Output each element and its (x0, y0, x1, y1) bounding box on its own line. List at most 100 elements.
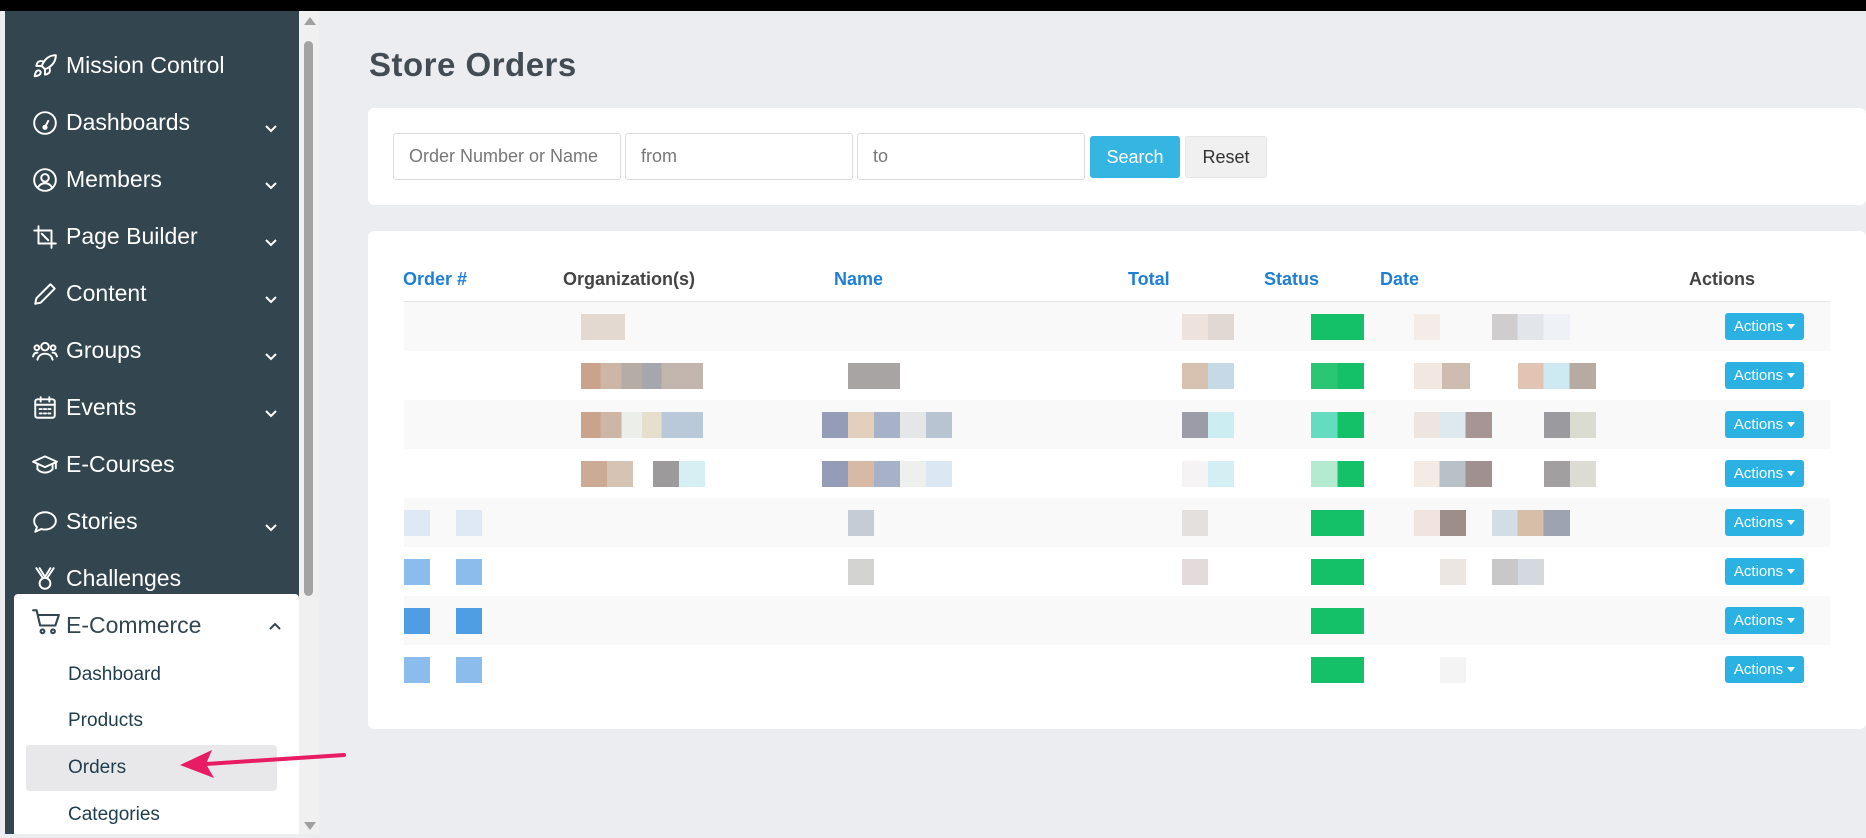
redacted-cell (404, 608, 430, 634)
page-title: Store Orders (369, 46, 577, 83)
caret-down-icon (1787, 618, 1796, 623)
row-actions-button[interactable]: Actions (1725, 313, 1804, 340)
redacted-cell (653, 461, 705, 487)
scroll-up-arrow-icon[interactable] (304, 17, 316, 25)
chevron-down-icon (263, 172, 279, 190)
table-row: Actions (404, 547, 1830, 596)
status-badge (1311, 559, 1364, 585)
sidebar-item-label: Stories (66, 508, 138, 534)
column-header-actions: Actions (1689, 269, 1756, 289)
actions-label: Actions (1733, 563, 1784, 580)
window-top-bar (0, 0, 1866, 11)
search-button[interactable]: Search (1090, 136, 1180, 178)
sidebar-item-groups[interactable]: Groups (5, 322, 299, 379)
sidebar-item-events[interactable]: Events (5, 379, 299, 436)
column-header-date[interactable]: Date (1380, 269, 1419, 290)
caret-down-icon (1787, 422, 1796, 427)
sidebar-item-content[interactable]: Content (5, 265, 299, 322)
status-badge (1311, 412, 1364, 438)
column-header-organizations: Organization(s) (563, 269, 696, 289)
redacted-cell (1182, 363, 1234, 389)
caret-down-icon (1787, 324, 1796, 329)
status-badge (1311, 363, 1364, 389)
column-header-name[interactable]: Name (834, 269, 883, 290)
redacted-cell (848, 559, 874, 585)
chevron-down-icon (263, 343, 279, 361)
annotation-arrow-icon (180, 750, 346, 778)
sidebar-subitem-label: Products (68, 710, 143, 731)
redacted-cell (456, 608, 482, 634)
status-badge (1311, 461, 1364, 487)
scrollbar-thumb[interactable] (304, 41, 313, 596)
sidebar-subitem-categories[interactable]: Categories (26, 792, 277, 838)
crop-icon (32, 223, 66, 251)
pencil-icon (32, 280, 66, 308)
sidebar-subitem-dashboard[interactable]: Dashboard (26, 652, 277, 698)
column-header-order-number[interactable]: Order # (403, 269, 467, 290)
redacted-cell (822, 461, 952, 487)
redacted-cell (1492, 314, 1570, 340)
status-badge (1311, 657, 1364, 683)
row-actions-button[interactable]: Actions (1725, 411, 1804, 438)
sidebar-subitem-products[interactable]: Products (26, 698, 277, 744)
chevron-down-icon (263, 115, 279, 133)
redacted-cell (456, 510, 482, 536)
chevron-down-icon (263, 400, 279, 418)
chevron-down-icon (263, 514, 279, 532)
table-row: Actions (404, 302, 1830, 351)
sidebar-item-label: Groups (66, 337, 142, 363)
sidebar-item-mission-control[interactable]: Mission Control (5, 37, 299, 94)
actions-label: Actions (1733, 318, 1784, 335)
redacted-cell (581, 314, 625, 340)
order-search-input[interactable] (393, 133, 621, 180)
table-row: Actions (404, 400, 1830, 449)
sidebar-item-members[interactable]: Members (5, 151, 299, 208)
redacted-cell (1414, 412, 1492, 438)
sidebar-item-stories[interactable]: Stories (5, 493, 299, 550)
row-actions-button[interactable]: Actions (1725, 460, 1804, 487)
chevron-up-icon[interactable] (267, 618, 283, 639)
redacted-cell (822, 412, 952, 438)
orders-table: Order # Organization(s) Name Total Statu… (368, 231, 1866, 729)
caret-down-icon (1787, 520, 1796, 525)
to-date-input[interactable] (857, 133, 1085, 180)
column-header-status[interactable]: Status (1264, 269, 1319, 290)
users-icon (32, 337, 66, 365)
redacted-cell (581, 363, 703, 389)
redacted-cell (404, 510, 430, 536)
row-actions-button[interactable]: Actions (1725, 558, 1804, 585)
calendar-icon (32, 394, 66, 422)
sidebar: Mission Control Dashboards Members Page … (5, 11, 299, 834)
column-header-total[interactable]: Total (1128, 269, 1170, 290)
row-actions-button[interactable]: Actions (1725, 607, 1804, 634)
redacted-cell (456, 657, 482, 683)
redacted-cell (848, 510, 874, 536)
redacted-cell (1492, 559, 1544, 585)
scroll-down-arrow-icon[interactable] (304, 822, 316, 830)
sidebar-scrollbar[interactable] (299, 11, 319, 834)
sidebar-item-ecommerce[interactable]: E-Commerce (32, 608, 201, 642)
sidebar-subitem-label: Dashboard (68, 664, 161, 685)
sidebar-item-label: Challenges (66, 565, 182, 591)
redacted-cell (848, 363, 900, 389)
row-actions-button[interactable]: Actions (1725, 362, 1804, 389)
caret-down-icon (1787, 373, 1796, 378)
sidebar-subitem-label: Categories (68, 804, 160, 825)
medal-icon (32, 565, 66, 593)
reset-button[interactable]: Reset (1185, 136, 1267, 178)
redacted-cell (456, 559, 482, 585)
sidebar-item-page-builder[interactable]: Page Builder (5, 208, 299, 265)
redacted-cell (1414, 510, 1466, 536)
redacted-cell (1182, 559, 1208, 585)
sidebar-item-label: Members (66, 166, 162, 192)
row-actions-button[interactable]: Actions (1725, 656, 1804, 683)
actions-label: Actions (1733, 661, 1784, 678)
row-actions-button[interactable]: Actions (1725, 509, 1804, 536)
sidebar-item-dashboards[interactable]: Dashboards (5, 94, 299, 151)
sidebar-item-e-courses[interactable]: E-Courses (5, 436, 299, 493)
sidebar-item-label: E-Courses (66, 451, 175, 477)
sidebar-item-label: Mission Control (66, 52, 225, 78)
from-date-input[interactable] (625, 133, 853, 180)
redacted-cell (1544, 461, 1596, 487)
redacted-cell (1518, 363, 1596, 389)
